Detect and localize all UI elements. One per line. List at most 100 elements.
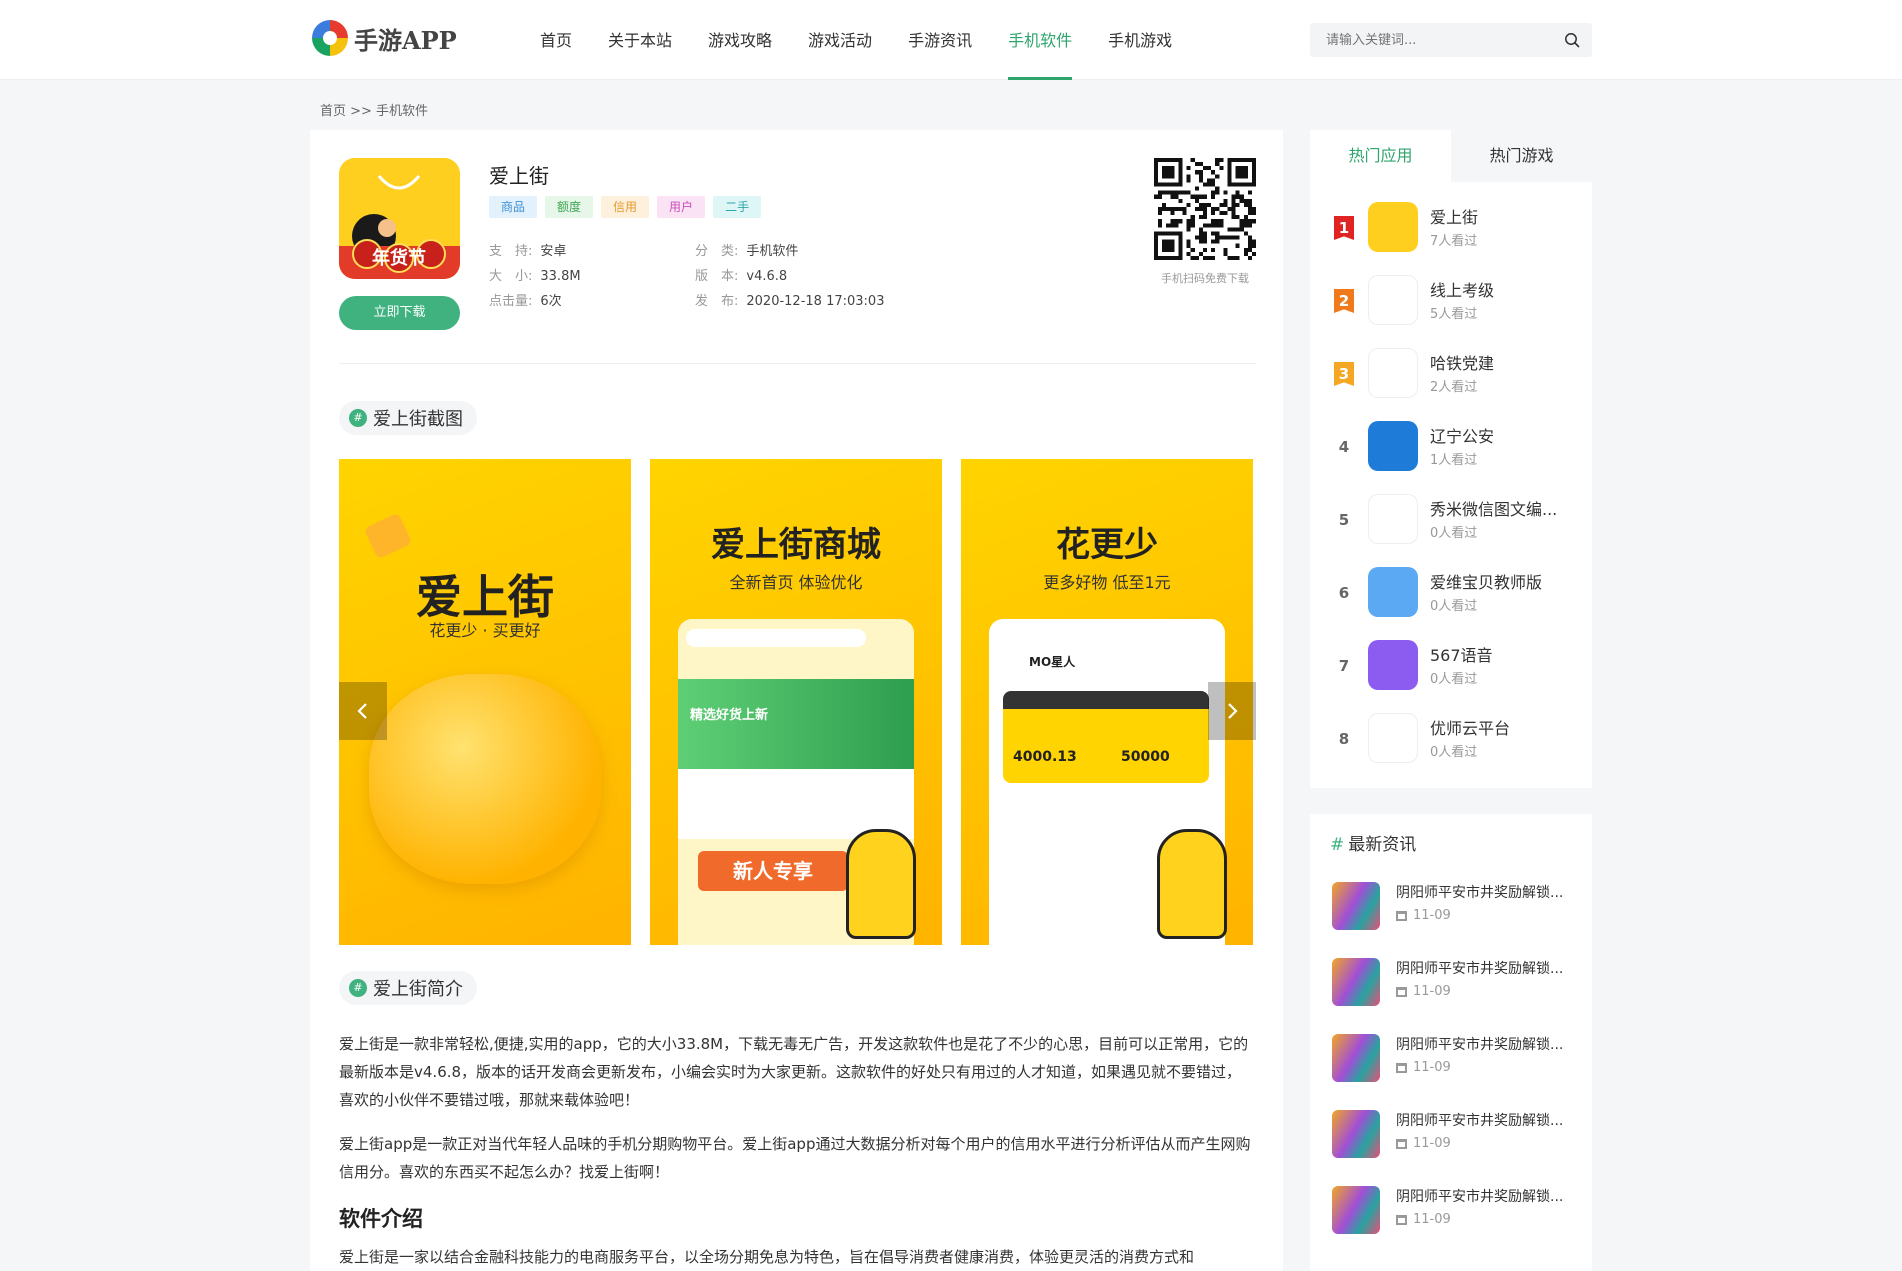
news-thumbnail[interactable] <box>1332 1186 1380 1234</box>
carousel-prev-button[interactable] <box>339 682 387 740</box>
tag-item[interactable]: 额度 <box>545 196 594 218</box>
app-icon <box>1368 640 1418 690</box>
tab-hot-apps[interactable]: 热门应用 <box>1310 130 1451 182</box>
app-icon <box>1368 348 1418 398</box>
nav-mobile-games[interactable]: 手机游戏 <box>1090 0 1190 80</box>
tag-item[interactable]: 信用 <box>601 196 650 218</box>
view-count: 5人看过 <box>1430 307 1478 322</box>
site-logo[interactable]: 手游APP <box>312 20 457 56</box>
hot-app-item[interactable]: 1 爱上街 7人看过 <box>1310 192 1592 265</box>
app-icon <box>1368 275 1418 325</box>
news-date: 11-09 <box>1396 984 1451 999</box>
intro-heading: # 爱上街简介 <box>339 971 477 1005</box>
app-tags: 商品 额度 信用 用户 二手 <box>489 196 762 218</box>
search-input[interactable] <box>1326 23 1546 57</box>
news-item[interactable]: 阴阳师平安市井奖励解锁... 11-09 <box>1310 1100 1592 1176</box>
meta-version: 版 本: v4.6.8 <box>695 269 788 284</box>
nav-mobile-software[interactable]: 手机软件 <box>990 0 1090 80</box>
meta-support: 支 持: 安卓 <box>489 244 567 259</box>
nav-news[interactable]: 手游资讯 <box>890 0 990 80</box>
breadcrumb[interactable]: 首页 >> 手机软件 <box>320 100 428 119</box>
mascot-graphic <box>369 674 601 884</box>
app-name[interactable]: 秀米微信图文编... <box>1430 496 1557 520</box>
app-name[interactable]: 线上考级 <box>1430 277 1494 301</box>
news-item[interactable]: 阴阳师平安市井奖励解锁... 11-09 <box>1310 1176 1592 1252</box>
software-heading: 软件介绍 <box>339 1207 423 1231</box>
view-count: 2人看过 <box>1430 380 1478 395</box>
tag-item[interactable]: 商品 <box>489 196 538 218</box>
app-name[interactable]: 爱维宝贝教师版 <box>1430 569 1542 593</box>
screenshot-title: 爱上街商城 <box>711 525 881 565</box>
qr-code <box>1154 158 1256 260</box>
news-title[interactable]: 阴阳师平安市井奖励解锁... <box>1396 958 1563 978</box>
news-item[interactable]: 阴阳师平安市井奖励解锁... 11-09 <box>1310 1024 1592 1100</box>
calendar-icon <box>1396 1214 1407 1225</box>
chevron-right-icon <box>1228 703 1238 719</box>
news-date: 11-09 <box>1396 908 1451 923</box>
tab-hot-games[interactable]: 热门游戏 <box>1451 130 1592 182</box>
app-name[interactable]: 567语音 <box>1430 642 1493 666</box>
news-thumbnail[interactable] <box>1332 1110 1380 1158</box>
app-name[interactable]: 辽宁公安 <box>1430 423 1494 447</box>
qr-caption: 手机扫码免费下载 <box>1161 272 1249 285</box>
app-icon <box>1368 567 1418 617</box>
news-title[interactable]: 阴阳师平安市井奖励解锁... <box>1396 1110 1563 1130</box>
tag-item[interactable]: 二手 <box>713 196 762 218</box>
hot-app-item[interactable]: 3 哈铁党建 2人看过 <box>1310 338 1592 411</box>
hot-app-item[interactable]: 6 爱维宝贝教师版 0人看过 <box>1310 557 1592 630</box>
hot-app-item[interactable]: 2 线上考级 5人看过 <box>1310 265 1592 338</box>
banner-text: 精选好货上新 <box>690 708 769 723</box>
tag-item[interactable]: 用户 <box>657 196 706 218</box>
news-thumbnail[interactable] <box>1332 882 1380 930</box>
news-date: 11-09 <box>1396 1212 1451 1227</box>
app-icon-graphic: 年货节 <box>339 158 460 279</box>
app-name[interactable]: 哈铁党建 <box>1430 350 1494 374</box>
coin-amount: 50000 <box>1121 749 1170 765</box>
news-thumbnail[interactable] <box>1332 1034 1380 1082</box>
rank-number: 7 <box>1338 657 1350 675</box>
carousel-next-button[interactable] <box>1208 682 1256 740</box>
hash-icon: # <box>349 409 367 427</box>
calendar-icon <box>1396 910 1407 921</box>
hot-app-item[interactable]: 8 优师云平台 0人看过 <box>1310 703 1592 776</box>
news-date: 11-09 <box>1396 1136 1451 1151</box>
search-box <box>1310 23 1592 57</box>
meta-category: 分 类: 手机软件 <box>695 244 799 259</box>
screenshot-subtitle: 全新首页 体验优化 <box>729 573 863 592</box>
divider <box>339 363 1256 364</box>
rank-number: 5 <box>1338 511 1350 529</box>
nav-events[interactable]: 游戏活动 <box>790 0 890 80</box>
phone-username: MO星人 <box>1029 655 1076 669</box>
rank-number: 6 <box>1338 584 1350 602</box>
hot-app-item[interactable]: 4 辽宁公安 1人看过 <box>1310 411 1592 484</box>
app-name[interactable]: 优师云平台 <box>1430 715 1510 739</box>
nav-about[interactable]: 关于本站 <box>590 0 690 80</box>
news-title[interactable]: 阴阳师平安市井奖励解锁... <box>1396 882 1563 902</box>
news-item[interactable]: 阴阳师平安市井奖励解锁... 11-09 <box>1310 872 1592 948</box>
promo-banner: 新人专享 <box>698 851 848 891</box>
nav-guides[interactable]: 游戏攻略 <box>690 0 790 80</box>
news-heading: # 最新资讯 <box>1330 835 1417 855</box>
rank-number: 3 <box>1334 362 1354 386</box>
app-icon: 年货节 <box>339 158 460 279</box>
hot-app-item[interactable]: 5 秀米微信图文编... 0人看过 <box>1310 484 1592 557</box>
news-item[interactable]: 阴阳师平安市井奖励解锁... 11-09 <box>1310 948 1592 1024</box>
logo-icon <box>312 20 348 56</box>
site-header: 手游APP 首页 关于本站 游戏攻略 游戏活动 手游资讯 手机软件 手机游戏 <box>0 0 1902 80</box>
news-title[interactable]: 阴阳师平安市井奖励解锁... <box>1396 1034 1563 1054</box>
hot-list-panel: 热门应用 热门游戏 1 爱上街 7人看过 2 线上考级 5人看过 3 哈铁党建 2人看过 4 辽宁公… <box>1310 130 1592 788</box>
intro-paragraph: 爱上街app是一款正对当代年轻人品味的手机分期购物平台。爱上街app通过大数据分… <box>339 1135 1251 1181</box>
app-name[interactable]: 爱上街 <box>1430 204 1478 228</box>
chevron-left-icon <box>357 703 367 719</box>
search-icon[interactable] <box>1564 32 1580 48</box>
nav-home[interactable]: 首页 <box>522 0 590 80</box>
phone-search-bar <box>686 629 866 647</box>
screenshot-2[interactable]: 爱上街商城 全新首页 体验优化 精选好货上新 新人专享 <box>650 459 942 945</box>
view-count: 0人看过 <box>1430 599 1478 614</box>
meta-date: 发 布: 2020-12-18 17:03:03 <box>695 294 885 309</box>
app-detail-panel: 年货节 立即下载 爱上街 商品 额度 信用 用户 二手 支 持: 安卓 分 类: 手… <box>310 130 1283 1271</box>
news-thumbnail[interactable] <box>1332 958 1380 1006</box>
hot-app-item[interactable]: 7 567语音 0人看过 <box>1310 630 1592 703</box>
download-button[interactable]: 立即下载 <box>339 296 460 330</box>
news-title[interactable]: 阴阳师平安市井奖励解锁... <box>1396 1186 1563 1206</box>
